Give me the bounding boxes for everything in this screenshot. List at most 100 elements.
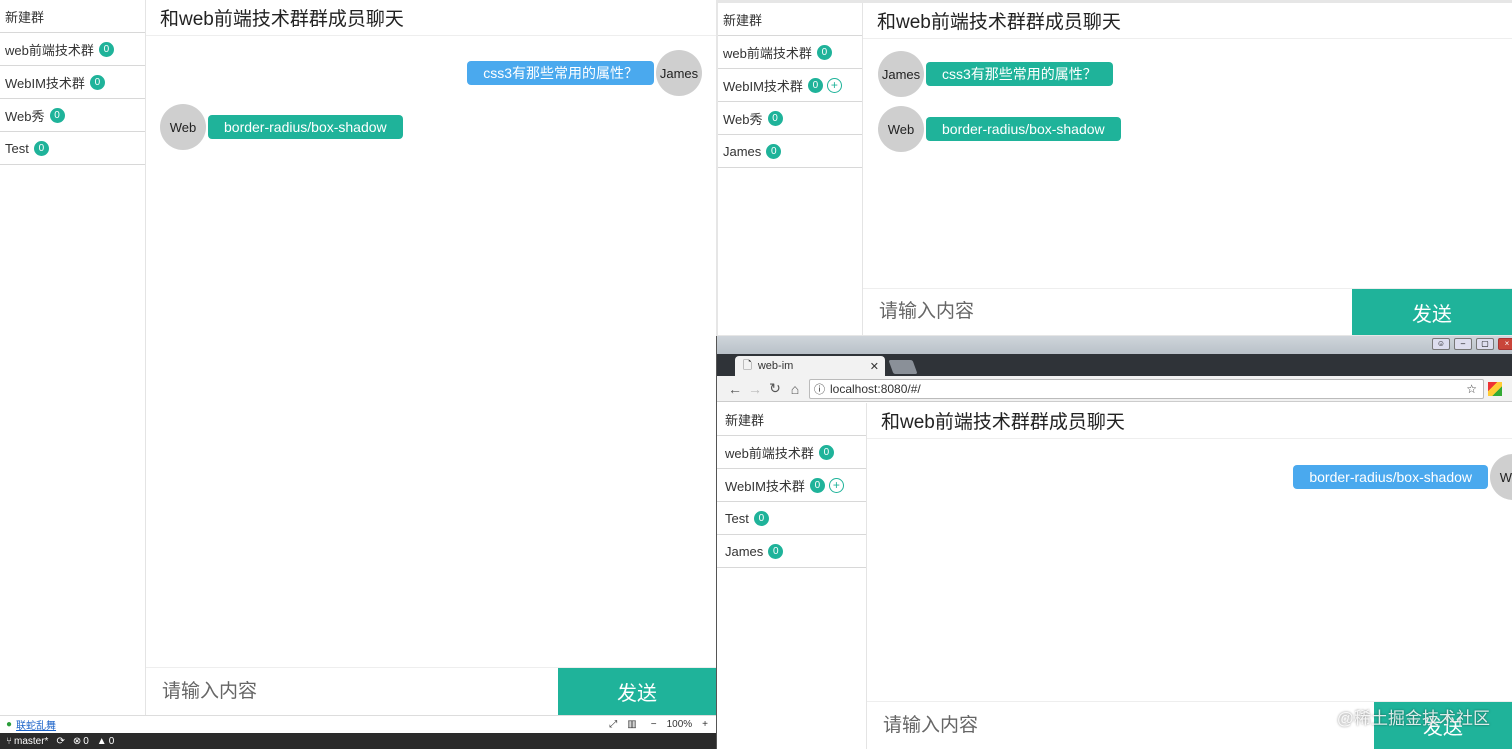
extension-icon[interactable] (1488, 381, 1502, 396)
group-item[interactable]: WebIM技术群 0 (0, 66, 145, 99)
unread-badge: 0 (49, 107, 65, 123)
message-incoming: James css3有那些常用的属性？ (878, 51, 1113, 97)
group-item[interactable]: Test 0 (0, 132, 145, 165)
info-icon: ⓘ (814, 383, 825, 396)
browser-tab[interactable]: 🗋 web-im ✕ (735, 356, 885, 376)
plugin-icon: ● (6, 719, 13, 730)
error-count: 0 (83, 735, 89, 747)
add-icon[interactable]: + (826, 77, 842, 93)
group-item-new[interactable]: 新建群 (718, 3, 862, 36)
message-input[interactable] (146, 668, 558, 715)
group-sidebar: 新建群 web前端技术群 0 WebIM技术群 0 + Test 0 James 0 (717, 403, 867, 749)
back-icon[interactable]: ← (725, 381, 745, 397)
group-item[interactable]: WebIM技术群 0 + (718, 69, 862, 102)
unread-badge: 0 (809, 477, 825, 493)
group-item[interactable]: Web秀 0 (0, 99, 145, 132)
message-input[interactable] (867, 702, 1374, 749)
avatar: James (656, 50, 702, 96)
group-item-label: WebIM技术群 (723, 78, 803, 94)
message-input[interactable] (863, 289, 1352, 335)
new-tab-button[interactable] (888, 360, 918, 374)
send-button[interactable]: 发送 (558, 668, 716, 715)
zoom-in-button[interactable]: + (702, 719, 708, 730)
composer: 发送 (863, 288, 1512, 335)
composer: 发送 (146, 667, 716, 715)
chat-title: 和web前端技术群群成员聊天 (867, 403, 1512, 439)
avatar: Web (160, 104, 206, 150)
message-bubble: border-radius/box-shadow (926, 117, 1121, 141)
sync-icon[interactable]: ⟳ (56, 736, 64, 747)
send-button[interactable]: 发送 (1352, 289, 1512, 335)
unread-badge: 0 (818, 444, 834, 460)
group-item-new[interactable]: 新建群 (0, 0, 145, 33)
address-bar: ← → ↻ ⌂ ⓘ localhost:8080/#/ ☆ (717, 376, 1512, 402)
url-field[interactable]: ⓘ localhost:8080/#/ ☆ (809, 378, 1484, 399)
user-icon[interactable]: ☺ (1432, 338, 1450, 350)
plugin-link[interactable]: 联蛇乱舞 (16, 717, 56, 732)
group-item-label: 新建群 (725, 412, 765, 428)
group-sidebar: 新建群 web前端技术群 0 WebIM技术群 0 Web秀 0 Test 0 (0, 0, 146, 715)
unread-badge: 0 (98, 41, 114, 57)
group-item[interactable]: web前端技术群 0 (717, 436, 866, 469)
group-item[interactable]: James 0 (718, 135, 862, 168)
group-item-label: 新建群 (723, 12, 763, 28)
chat-title: 和web前端技术群群成员聊天 (146, 0, 716, 36)
zoom-level: 100% (666, 719, 693, 730)
message-incoming: Web border-radius/box-shadow (160, 104, 403, 150)
group-item[interactable]: web前端技术群 0 (718, 36, 862, 69)
group-item-label: web前端技术群 (5, 42, 94, 58)
unread-badge: 0 (753, 510, 769, 526)
group-item-label: James (725, 543, 764, 559)
window-titlebar: ☺ – ▢ × (717, 336, 1512, 354)
unread-badge: 0 (767, 110, 783, 126)
warning-icon: ▲ (96, 735, 107, 747)
browser-window: ☺ – ▢ × 🗋 web-im ✕ ← → ↻ ⌂ ⓘ localhost:8… (716, 336, 1512, 749)
url-text: localhost:8080/#/ (830, 381, 921, 396)
avatar: Web (878, 106, 924, 152)
chat-window-1: 新建群 web前端技术群 0 WebIM技术群 0 Web秀 0 Test 0 和web… (0, 0, 716, 715)
branch-name[interactable]: master* (14, 736, 48, 747)
unread-badge: 0 (807, 77, 823, 93)
group-item-new[interactable]: 新建群 (717, 403, 866, 436)
add-icon[interactable]: + (828, 477, 844, 493)
message-bubble: border-radius/box-shadow (1293, 465, 1488, 489)
avatar: James (878, 51, 924, 97)
branch-icon: ⑂ (6, 735, 12, 747)
group-item-label: Test (725, 510, 749, 526)
message-bubble: css3有那些常用的属性？ (926, 62, 1113, 86)
message-incoming: Web border-radius/box-shadow (878, 106, 1121, 152)
error-icon: ⊗ (72, 735, 82, 747)
message-outgoing: css3有那些常用的属性？ James (467, 50, 702, 96)
group-item[interactable]: Web秀 0 (718, 102, 862, 135)
zoom-out-button[interactable]: − (651, 719, 657, 730)
reload-icon[interactable]: ↻ (765, 380, 785, 397)
group-sidebar: 新建群 web前端技术群 0 WebIM技术群 0 + Web秀 0 James 0 (718, 3, 863, 335)
group-item-label: Web秀 (723, 111, 763, 127)
split-icon[interactable]: ▥ (627, 719, 636, 730)
minimize-icon[interactable]: – (1454, 338, 1472, 350)
message-bubble: css3有那些常用的属性？ (467, 61, 654, 85)
home-icon[interactable]: ⌂ (785, 381, 805, 397)
expand-icon[interactable]: ⤢ (609, 719, 617, 730)
warning-count: 0 (108, 735, 115, 747)
close-icon[interactable]: × (1498, 338, 1512, 350)
group-item[interactable]: James 0 (717, 535, 866, 568)
group-item[interactable]: Test 0 (717, 502, 866, 535)
star-icon[interactable]: ☆ (1466, 382, 1477, 396)
watermark: @稀土掘金技术社区 (1336, 709, 1490, 728)
group-item-label: Web秀 (5, 108, 45, 124)
maximize-icon[interactable]: ▢ (1476, 338, 1494, 350)
forward-icon[interactable]: → (745, 381, 765, 397)
group-item[interactable]: WebIM技术群 0 + (717, 469, 866, 502)
message-outgoing: border-radius/box-shadow Web (1293, 454, 1512, 500)
group-item-label: web前端技术群 (723, 45, 812, 61)
unread-badge: 0 (89, 74, 105, 90)
unread-badge: 0 (768, 543, 784, 559)
tab-strip: 🗋 web-im ✕ (717, 354, 1512, 376)
chat-window-2: 新建群 web前端技术群 0 WebIM技术群 0 + Web秀 0 James 0 和w… (718, 3, 1512, 335)
close-tab-icon[interactable]: ✕ (870, 360, 879, 373)
group-item[interactable]: web前端技术群 0 (0, 33, 145, 66)
group-item-label: WebIM技术群 (725, 478, 805, 494)
group-item-label: 新建群 (5, 9, 45, 25)
unread-badge: 0 (766, 143, 782, 159)
